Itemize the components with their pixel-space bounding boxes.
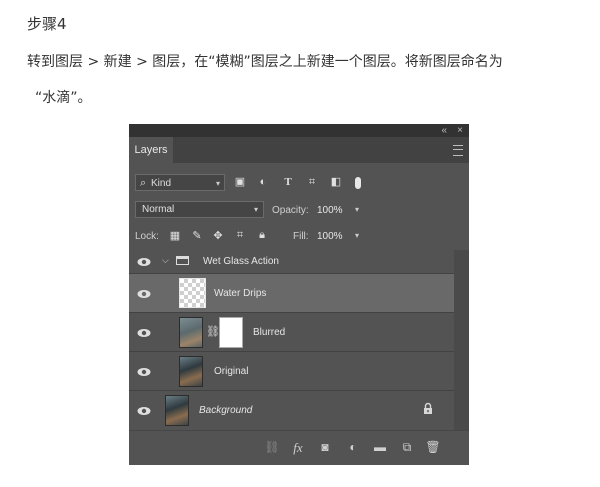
close-icon[interactable]: × [457, 124, 463, 137]
layers-panel: « × Layers ⌕ Kind ▾ ▣ ◐ T ⌗ ◧ Normal ▾ O… [129, 124, 469, 465]
panel-titlebar: « × [129, 124, 469, 137]
tutorial-step-title: 步骤4 [27, 15, 67, 33]
layer-lock-icon [423, 402, 433, 415]
layer-row-group[interactable]: ⌵ Wet Glass Action [129, 250, 454, 274]
fill-label: Fill: [293, 231, 309, 242]
tutorial-instruction-line1: 转到图层 > 新建 > 图层，在“模糊”图层之上新建一个图层。将新图层命名为 [27, 54, 503, 70]
blend-mode-select[interactable]: Normal ▾ [135, 201, 264, 218]
lock-label: Lock: [135, 231, 159, 242]
layer-thumbnail [179, 278, 206, 308]
layer-thumbnail [179, 356, 203, 387]
mask-icon[interactable]: ◙ [317, 440, 333, 454]
lock-transparent-pixels-icon[interactable]: ▦ [168, 229, 182, 242]
filter-toggle-icon[interactable] [353, 175, 363, 190]
layer-row-water-drips[interactable]: Water Drips [129, 274, 454, 313]
folder-icon [176, 256, 189, 265]
layers-list: ⌵ Wet Glass Action Water Drips ⛓︎ Blurre… [129, 250, 469, 430]
opacity-label: Opacity: [272, 205, 309, 216]
collapse-icon[interactable]: « [441, 124, 447, 137]
lock-all-icon[interactable]: 🔒︎ [255, 229, 269, 242]
layer-name: Wet Glass Action [203, 256, 279, 267]
eye-icon[interactable] [137, 406, 151, 416]
lock-image-pixels-icon[interactable]: ✎ [190, 229, 204, 242]
eye-icon[interactable] [137, 289, 151, 299]
panel-menu-icon[interactable] [453, 145, 463, 156]
kind-filter-select[interactable]: ⌕ Kind ▾ [135, 174, 225, 191]
eye-icon[interactable] [137, 328, 151, 338]
tab-layers[interactable]: Layers [129, 137, 173, 163]
opacity-chevron-icon[interactable]: ▾ [355, 205, 359, 214]
adjustment-filter-icon[interactable]: ◐ [256, 175, 270, 190]
link-icon[interactable]: ⛓︎ [264, 440, 280, 454]
chevron-down-icon: ▾ [215, 179, 220, 188]
blend-mode-value: Normal [142, 204, 175, 215]
type-filter-icon[interactable]: T [281, 175, 295, 190]
tutorial-instruction-line2: “水滴”。 [35, 90, 92, 106]
layers-scrollbar[interactable] [454, 250, 469, 430]
eye-icon[interactable] [137, 257, 151, 267]
mask-link-icon[interactable]: ⛓︎ [206, 325, 220, 338]
layer-row-background[interactable]: Background [129, 391, 454, 430]
trash-icon[interactable]: 🗑︎ [425, 440, 441, 454]
shape-filter-icon[interactable]: ⌗ [305, 175, 319, 190]
chevron-down-icon: ▾ [253, 205, 258, 214]
opacity-input[interactable]: 100% [317, 205, 343, 216]
eye-icon[interactable] [137, 367, 151, 377]
layers-bottom-toolbar: ⛓︎ fx ◙ ◐ ▬ ⧉ 🗑︎ [129, 430, 469, 465]
lock-artboard-icon[interactable]: ⌗ [233, 229, 247, 242]
layer-thumbnail [165, 395, 189, 426]
fx-icon[interactable]: fx [290, 440, 306, 456]
lock-position-icon[interactable]: ✥ [211, 229, 225, 242]
layer-row-blurred[interactable]: ⛓︎ Blurred [129, 313, 454, 352]
layer-name: Water Drips [214, 288, 267, 299]
new-layer-icon[interactable]: ⧉ [399, 440, 415, 455]
layer-name: Blurred [253, 327, 286, 338]
group-chevron-icon[interactable]: ⌵ [162, 255, 169, 266]
layer-thumbnail [179, 317, 203, 348]
fill-input[interactable]: 100% [317, 231, 343, 242]
adjustment-icon[interactable]: ◐ [345, 440, 361, 454]
search-icon: ⌕ [140, 177, 147, 189]
layer-name: Original [214, 366, 249, 377]
smart-object-filter-icon[interactable]: ◧ [329, 175, 343, 190]
panel-tab-row: Layers [129, 137, 469, 163]
layer-row-original[interactable]: Original [129, 352, 454, 391]
folder-icon[interactable]: ▬ [372, 440, 388, 454]
kind-filter-label: Kind [151, 178, 172, 189]
layer-mask-thumbnail[interactable] [219, 317, 243, 348]
fill-chevron-icon[interactable]: ▾ [355, 231, 359, 240]
image-filter-icon[interactable]: ▣ [233, 175, 247, 190]
layer-name: Background [199, 405, 253, 416]
